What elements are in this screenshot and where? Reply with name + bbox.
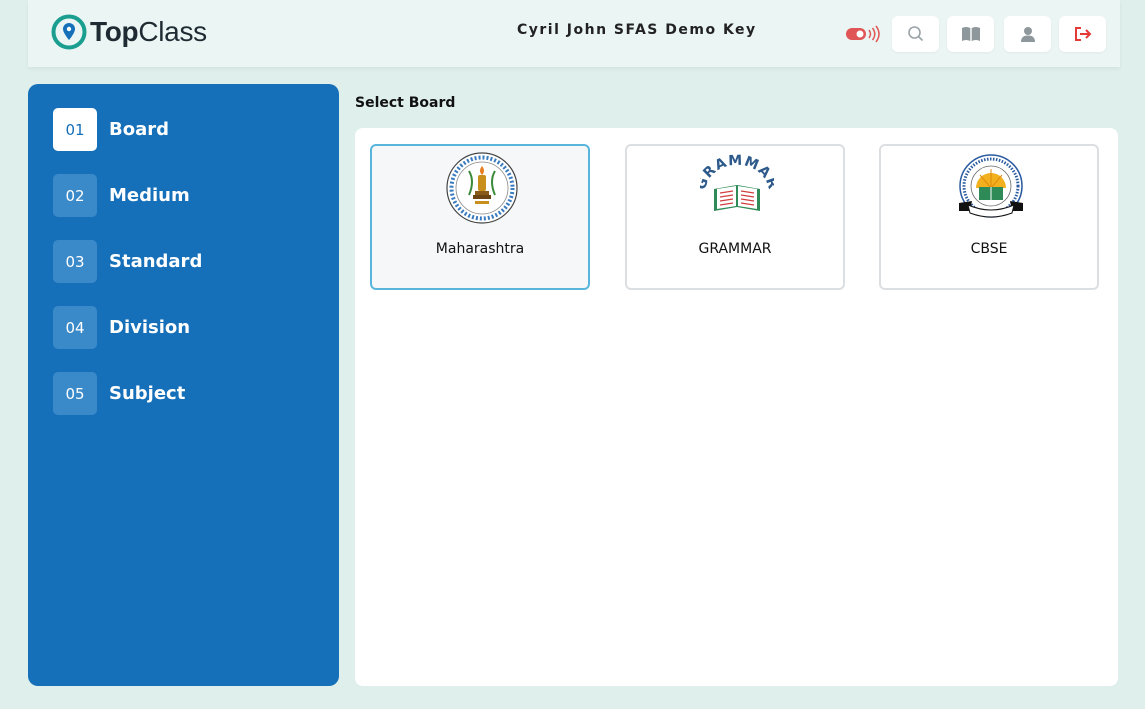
steps-sidebar: 01 Board 02 Medium 03 Standard 04 Divisi…	[28, 84, 339, 686]
topclass-logo[interactable]: TopClass	[51, 14, 207, 50]
search-icon	[907, 26, 923, 42]
library-button[interactable]	[947, 16, 994, 52]
step-number: 01	[53, 108, 97, 151]
board-card-maharashtra[interactable]: Maharashtra	[370, 144, 590, 290]
step-number: 03	[53, 240, 97, 283]
step-label: Division	[109, 317, 191, 338]
step-medium[interactable]: 02 Medium	[53, 174, 190, 217]
header-title: Cyril John SFAS Demo Key	[517, 22, 757, 38]
step-label: Medium	[109, 185, 190, 206]
logout-button[interactable]	[1059, 16, 1106, 52]
step-number: 04	[53, 306, 97, 349]
board-name: Maharashtra	[435, 241, 525, 257]
logo-pin-icon	[51, 14, 87, 50]
grammar-book-icon: GRAMMAR	[700, 153, 774, 211]
logout-icon	[1074, 27, 1091, 41]
board-name: GRAMMAR	[698, 241, 772, 257]
maharashtra-board-emblem-icon	[446, 152, 518, 224]
cbse-emblem-icon	[959, 154, 1023, 218]
step-division[interactable]: 04 Division	[53, 306, 190, 349]
profile-button[interactable]	[1004, 16, 1051, 52]
step-board[interactable]: 01 Board	[53, 108, 169, 151]
step-number: 05	[53, 372, 97, 415]
top-header: TopClass Cyril John SFAS Demo Key	[28, 0, 1120, 67]
book-icon	[961, 27, 980, 41]
step-number: 02	[53, 174, 97, 217]
step-label: Subject	[109, 383, 186, 404]
user-icon	[1020, 27, 1035, 42]
step-label: Standard	[109, 251, 203, 272]
step-subject[interactable]: 05 Subject	[53, 372, 185, 415]
board-card-grammar[interactable]: GRAMMAR GRAMMAR	[625, 144, 845, 290]
section-title: Select Board	[355, 95, 456, 111]
search-button[interactable]	[892, 16, 939, 52]
logo-text: TopClass	[90, 16, 207, 47]
live-toggle-icon[interactable]	[844, 23, 884, 45]
step-standard[interactable]: 03 Standard	[53, 240, 202, 283]
board-card-cbse[interactable]: CBSE	[879, 144, 1099, 290]
board-name: CBSE	[970, 241, 1008, 257]
step-label: Board	[109, 119, 169, 140]
board-selection-panel: Maharashtra GRAMMAR GRAMMAR	[355, 128, 1118, 686]
